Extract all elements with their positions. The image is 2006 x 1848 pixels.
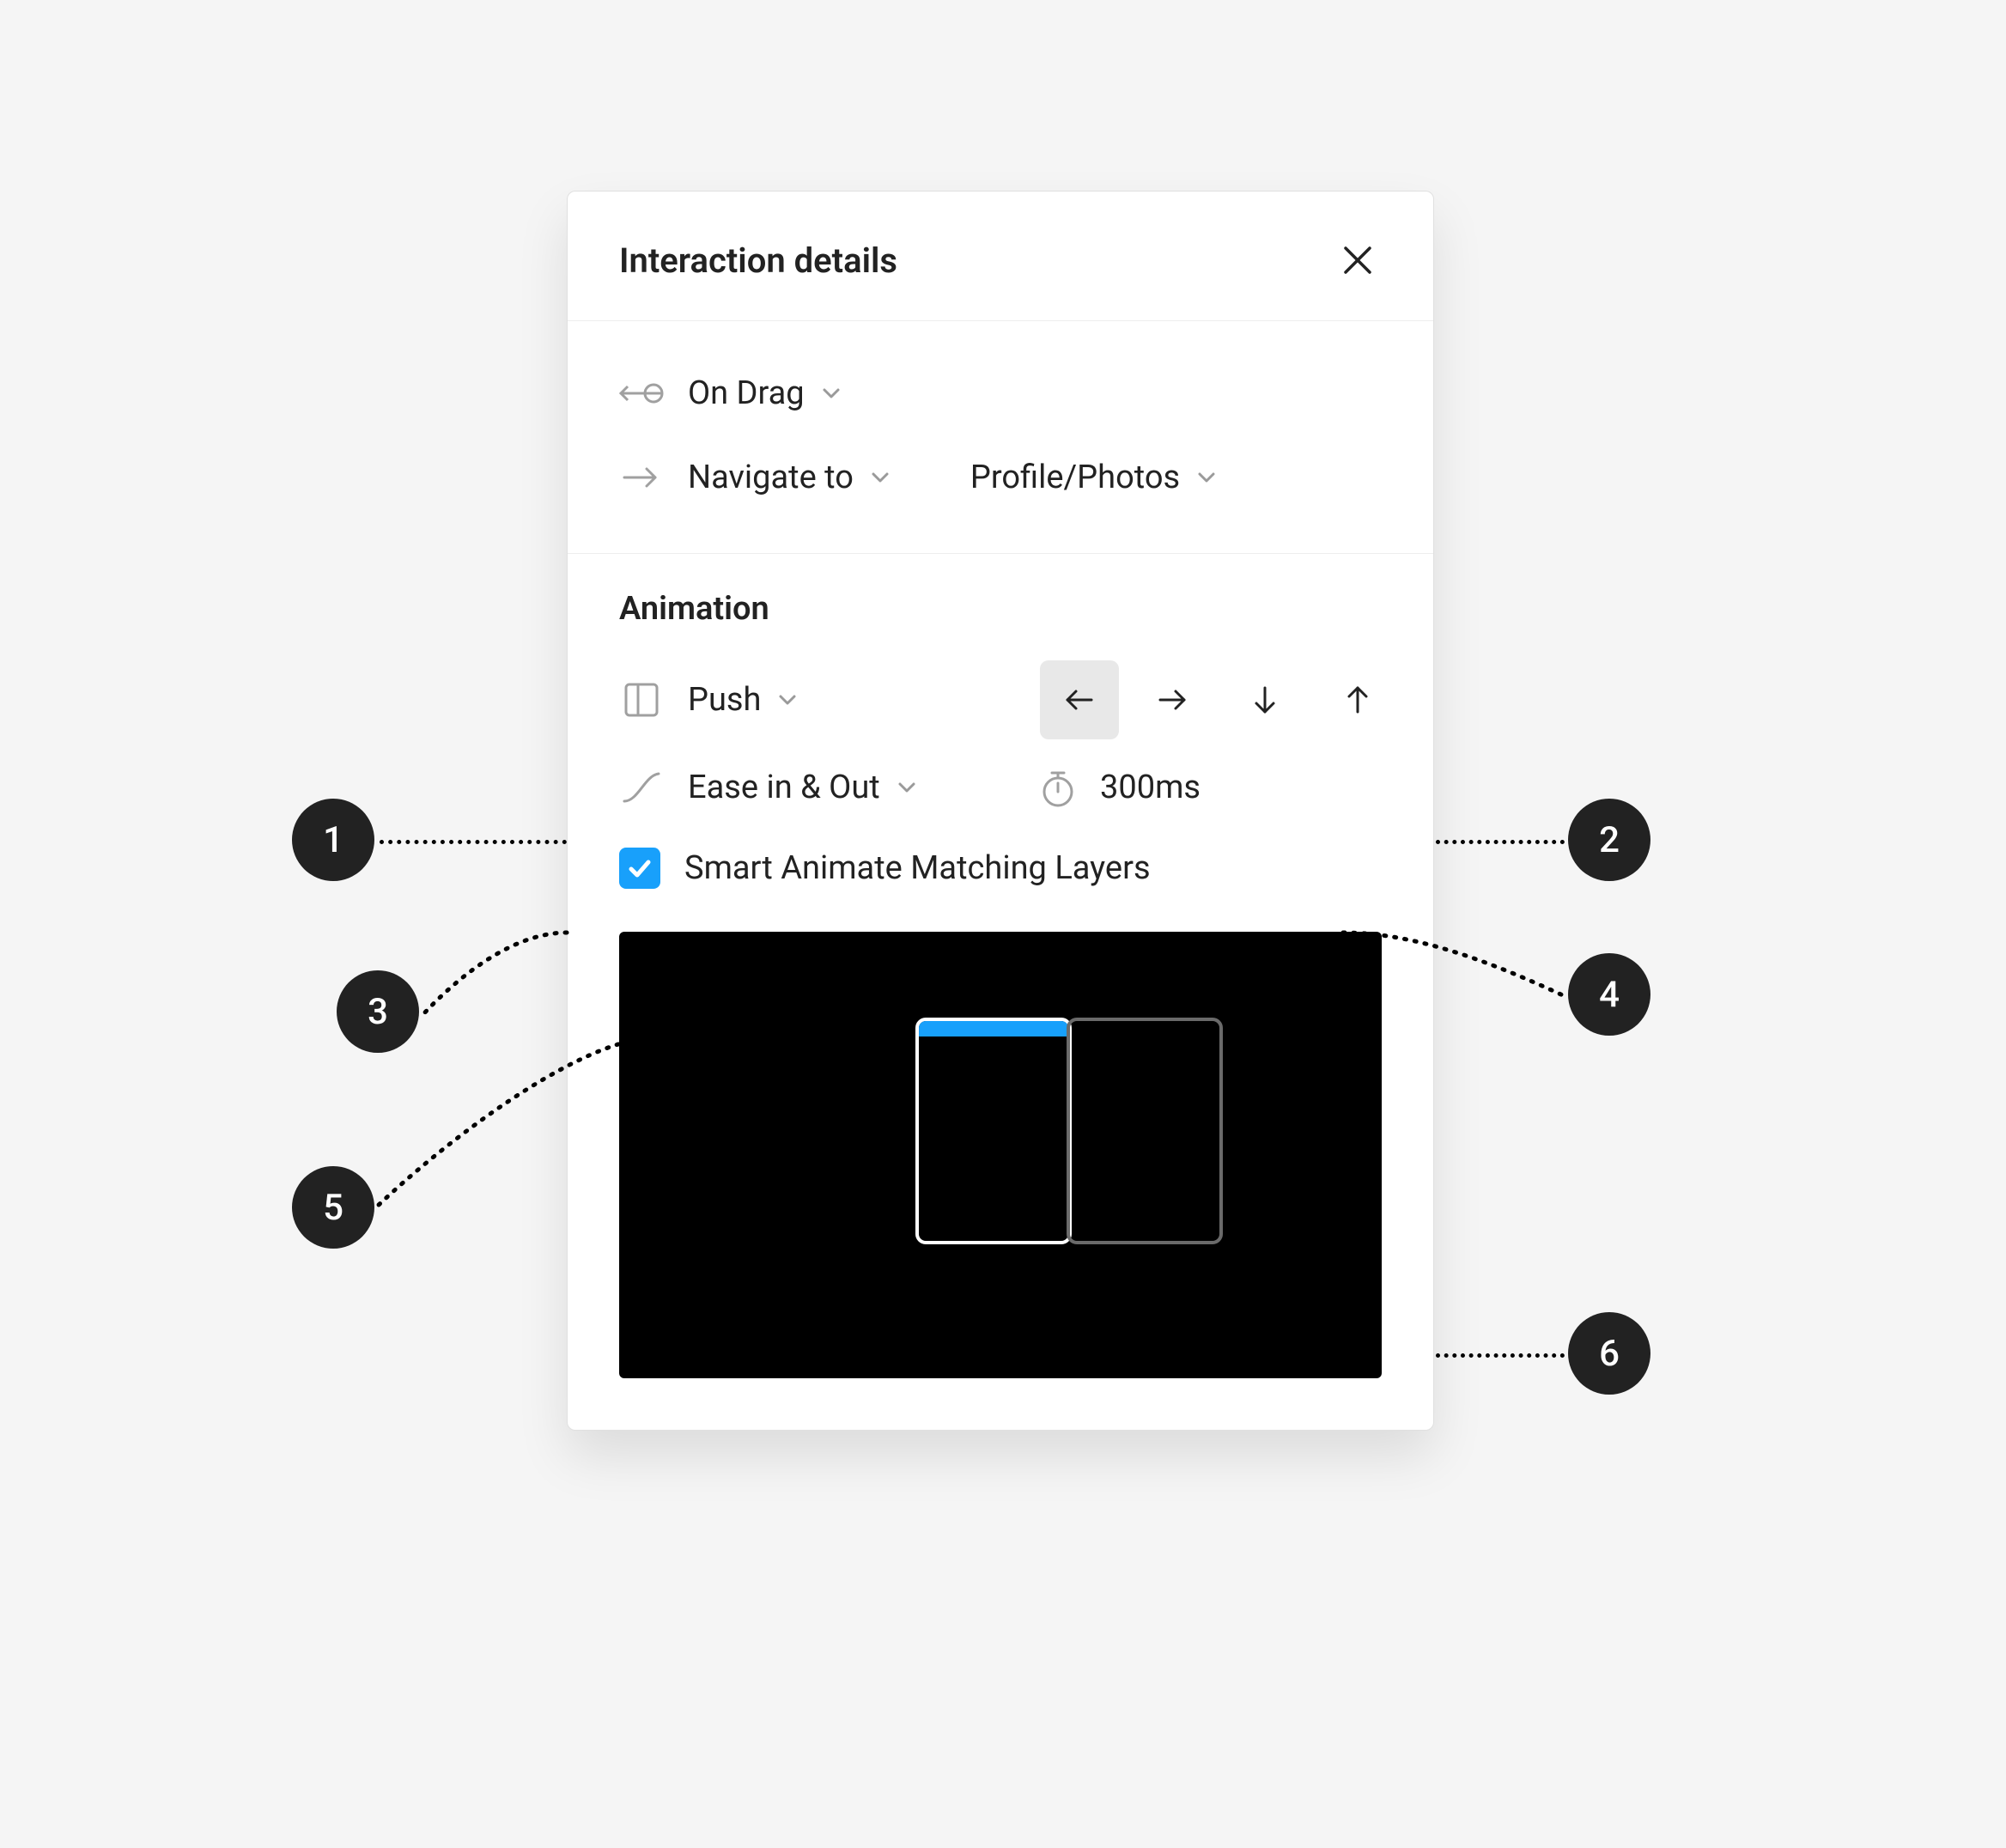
close-button[interactable] — [1334, 236, 1382, 284]
smart-animate-label: Smart Animate Matching Layers — [684, 849, 1151, 887]
direction-left-button[interactable] — [1040, 660, 1119, 739]
duration-field[interactable]: 300ms — [1040, 768, 1201, 807]
chevron-down-icon — [776, 689, 799, 711]
direction-down-button[interactable] — [1225, 660, 1304, 739]
push-icon — [619, 681, 664, 719]
stopwatch-icon — [1040, 768, 1076, 807]
interaction-details-panel: Interaction details On Drag — [567, 191, 1434, 1431]
close-icon — [1340, 243, 1375, 277]
destination-dropdown[interactable]: Profile/Photos — [970, 459, 1218, 496]
checkmark-icon — [626, 854, 653, 882]
animation-type-label: Push — [688, 681, 761, 719]
callout-3-connector — [419, 929, 574, 1024]
callout-3: 3 — [337, 970, 419, 1053]
easing-curve-icon — [619, 769, 664, 806]
animation-preview[interactable] — [619, 932, 1382, 1378]
trigger-type-row: On Drag — [619, 354, 1382, 433]
easing-row: Ease in & Out 300ms — [619, 748, 1382, 827]
action-label: Navigate to — [688, 459, 854, 496]
trigger-type-dropdown[interactable]: On Drag — [688, 374, 842, 412]
smart-animate-row: Smart Animate Matching Layers — [619, 848, 1382, 889]
easing-label: Ease in & Out — [688, 769, 880, 806]
callout-2: 2 — [1568, 799, 1650, 881]
panel-title: Interaction details — [619, 240, 897, 281]
action-row: Navigate to Profile/Photos — [619, 438, 1382, 517]
arrow-left-icon — [1061, 681, 1098, 719]
arrow-right-icon — [1153, 681, 1191, 719]
duration-value: 300ms — [1100, 769, 1201, 806]
drag-icon — [619, 378, 664, 409]
animation-section: Animation Push — [568, 554, 1433, 1430]
chevron-down-icon — [869, 466, 891, 489]
animation-type-dropdown[interactable]: Push — [688, 681, 799, 719]
arrow-down-icon — [1246, 681, 1284, 719]
action-dropdown[interactable]: Navigate to — [688, 459, 891, 496]
chevron-down-icon — [1195, 466, 1218, 489]
callout-5-connector — [374, 1041, 623, 1213]
callout-1-connector — [380, 840, 567, 844]
animation-type-row: Push — [619, 660, 1382, 739]
destination-label: Profile/Photos — [970, 459, 1180, 496]
direction-right-button[interactable] — [1133, 660, 1212, 739]
callout-1: 1 — [292, 799, 374, 881]
direction-group — [1040, 660, 1397, 739]
chevron-down-icon — [896, 776, 918, 799]
trigger-section: On Drag Navigate to Profil — [568, 321, 1433, 554]
callout-4: 4 — [1568, 953, 1650, 1036]
panel-header: Interaction details — [568, 191, 1433, 321]
arrow-up-icon — [1339, 681, 1377, 719]
direction-up-button[interactable] — [1318, 660, 1397, 739]
callout-6-connector — [1436, 1353, 1565, 1358]
smart-animate-checkbox[interactable] — [619, 848, 660, 889]
callout-2-connector — [1436, 840, 1565, 844]
preview-incoming-frame — [1067, 1018, 1223, 1244]
animation-section-title: Animation — [619, 590, 1382, 628]
callout-6: 6 — [1568, 1312, 1650, 1395]
trigger-type-label: On Drag — [688, 374, 805, 412]
chevron-down-icon — [820, 382, 842, 404]
callout-5: 5 — [292, 1166, 374, 1249]
preview-active-frame — [915, 1018, 1072, 1244]
callout-4-connector — [1340, 929, 1571, 1006]
arrow-right-icon — [619, 462, 664, 493]
easing-dropdown[interactable]: Ease in & Out — [688, 769, 918, 806]
